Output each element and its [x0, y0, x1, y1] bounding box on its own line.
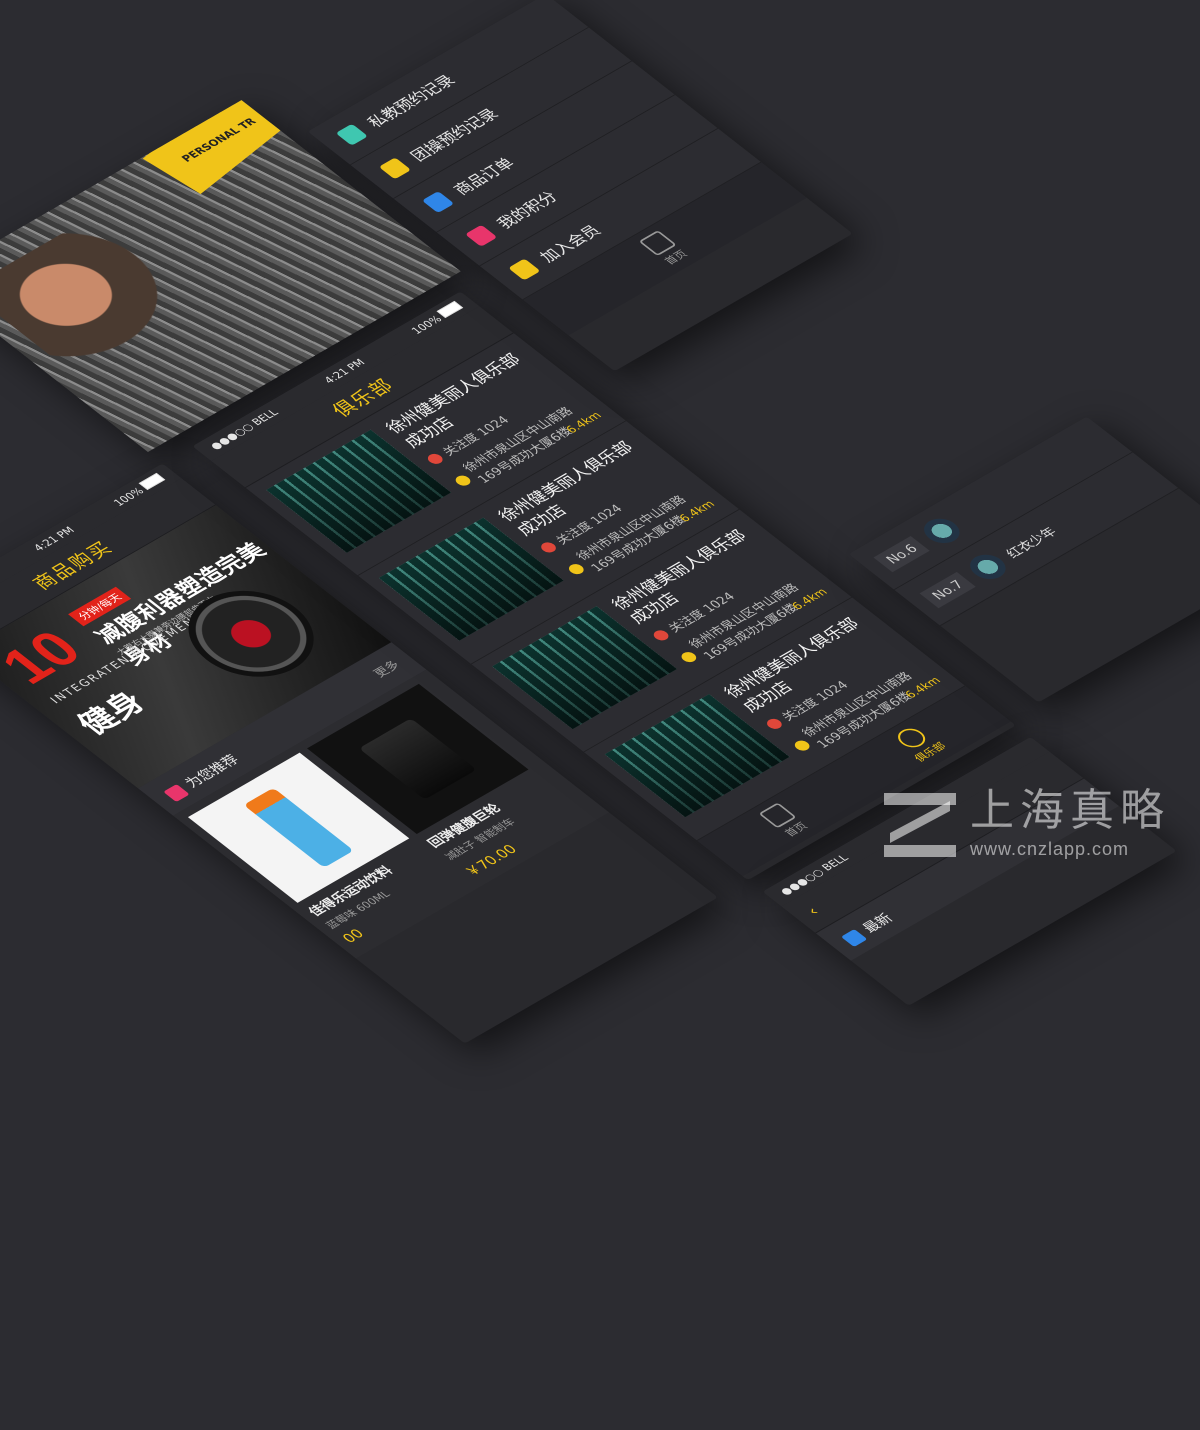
tilted-plane: PERSONAL TR ●●●○○ BELL 4:21 PM 100% ‹ 商品… — [0, 0, 1200, 1430]
tab-club[interactable]: 俱乐部 — [889, 722, 949, 764]
mockup-stage: PERSONAL TR ●●●○○ BELL 4:21 PM 100% ‹ 商品… — [0, 0, 1200, 1044]
fans-icon — [650, 628, 672, 643]
rank-badge: No.6 — [873, 535, 931, 573]
back-icon[interactable]: ‹ — [803, 904, 824, 919]
trainer-icon — [335, 123, 369, 146]
location-icon — [678, 650, 700, 665]
ab-roller-image — [358, 718, 477, 800]
tab-home[interactable]: 首页 — [758, 801, 811, 839]
group-icon — [378, 157, 412, 180]
rank-badge: No.7 — [919, 571, 977, 609]
location-icon — [791, 738, 813, 753]
battery-icon — [138, 472, 165, 490]
battery-icon — [436, 300, 463, 318]
athletes-image — [0, 211, 217, 381]
more-link[interactable]: 更多 — [369, 657, 404, 680]
rank-name: 红衣少年 — [1002, 524, 1060, 561]
points-icon — [464, 224, 498, 247]
tab-home[interactable]: 首页 — [638, 230, 691, 267]
location-icon — [452, 473, 474, 488]
news-icon — [840, 928, 868, 947]
profile-menu-screen: 私教预约记录 团操预约记录 商品订单 我的积分 加入会员 首页 — [307, 0, 853, 372]
avatar — [963, 549, 1014, 584]
banner-yellow-stripe — [142, 100, 303, 194]
fans-icon — [763, 716, 785, 731]
location-icon — [565, 561, 587, 576]
member-icon — [508, 258, 541, 281]
avatar — [917, 513, 968, 548]
fans-icon — [425, 452, 446, 467]
fans-icon — [538, 540, 559, 555]
cart-icon — [421, 191, 455, 214]
thumbs-up-icon — [162, 783, 190, 802]
drink-bottle-image — [243, 787, 354, 868]
